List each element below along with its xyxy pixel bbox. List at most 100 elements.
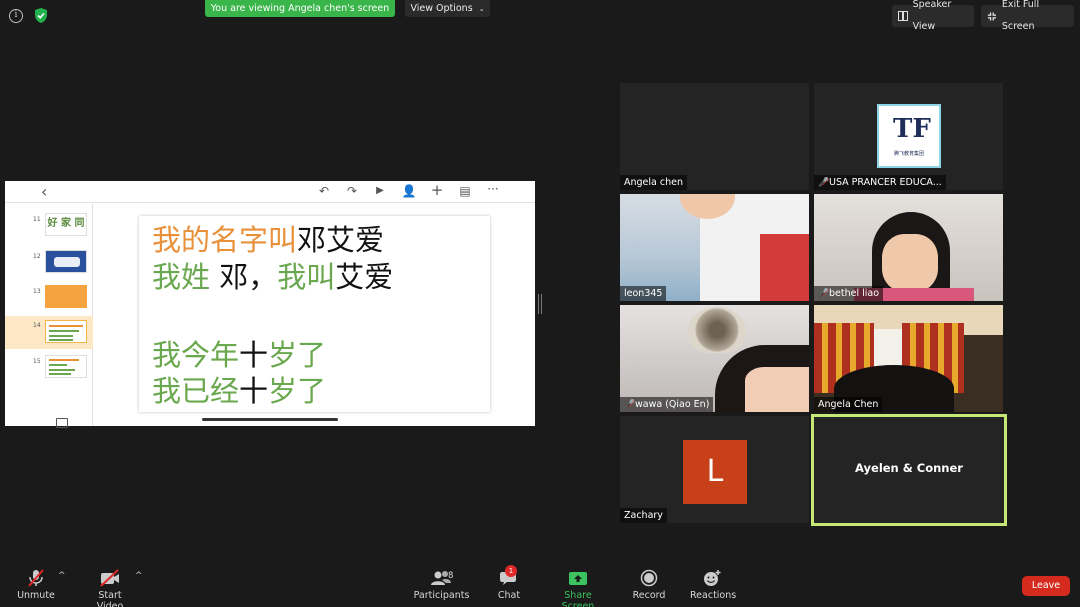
thumbnail-row[interactable]: 12 [5,250,93,280]
plus-icon[interactable]: + [429,181,445,199]
muted-mic-icon [28,569,44,587]
leave-button[interactable]: Leave [1022,576,1070,596]
view-options-menu[interactable]: View Options ⌄ [405,0,490,17]
slide-thumbnail[interactable] [45,320,87,343]
slide-text: 岁了 [268,374,327,408]
slide-line-1: 我的名字叫邓艾爱 [152,223,384,257]
video-feed-sleeve [760,234,809,301]
video-feed-lamp [688,307,746,353]
participant-name-text: wawa (Qiao En) [635,399,710,410]
view-options-label: View Options [410,3,473,14]
participant-name-text: Angela chen [624,177,683,188]
participant-name-text: Angela Chen [818,399,879,410]
exit-full-screen-label: Exit Full Screen [1001,0,1040,32]
record-icon [640,569,658,587]
add-slide-icon[interactable] [56,418,68,428]
slide-line-4: 我已经十岁了 [152,374,326,408]
audio-options-caret[interactable]: ^ [58,571,66,581]
slide-line-2: 我姓 邓，我叫艾爱 [152,260,393,294]
comment-icon[interactable]: ▤ [457,184,473,198]
participant-name: Angela chen [620,175,687,190]
thumbnail-number: 12 [33,253,41,260]
unmute-button[interactable]: Unmute [17,568,55,601]
speaker-view-label: Speaker View [912,0,952,32]
video-tile[interactable]: 🎤̸bethel liao [814,194,1003,301]
participant-name: Angela Chen [814,397,883,412]
start-video-button[interactable]: Start Video [84,568,136,607]
muted-mic-icon: 🎤̸ [624,400,636,410]
record-button[interactable]: Record [632,568,666,601]
thumbnail-number: 14 [33,322,41,329]
video-off-icon [100,569,119,587]
chat-label: Chat [497,590,521,601]
video-tile[interactable]: 🎤̸wawa (Qiao En) [620,305,809,412]
slide-thumbnail[interactable] [45,250,87,273]
video-tile[interactable]: L Zachary [620,416,809,523]
speaker-view-icon [898,10,908,21]
thumbnail-number: 13 [33,288,41,295]
slide-text: 我今年 [152,338,240,372]
thumbnail-row[interactable]: 14 [5,316,93,349]
reactions-icon [704,570,721,586]
share-screen-button[interactable]: Share Screen [548,568,608,607]
video-tile[interactable]: Angela chen [620,83,809,190]
video-tile[interactable]: leon345 [620,194,809,301]
meeting-info-icon[interactable]: i [9,9,23,23]
video-feed-face [882,234,938,292]
add-person-icon[interactable]: 👤 [401,184,417,198]
redo-icon[interactable]: ↷ [344,184,360,198]
slide-line-3: 我今年十岁了 [152,338,326,372]
slide-thumbnail[interactable] [45,285,87,308]
slide-text: 邓艾爱 [297,223,385,257]
undo-icon[interactable]: ↶ [316,184,332,198]
chevron-down-icon: ⌄ [478,5,485,13]
unmute-label: Unmute [17,590,55,601]
thumbnail-row[interactable]: 15 [5,355,93,385]
slide-text: 我已经 [152,374,240,408]
slide-text: 我姓 [152,260,211,294]
share-screen-icon [569,572,587,585]
video-tile[interactable]: TF 腾飞教育集团 🎤̸USA PRANCER EDUCA... [814,83,1003,190]
share-screen-label: Share Screen [561,590,595,607]
slide-text: 十 [239,338,269,372]
exit-full-screen-button[interactable]: Exit Full Screen [981,0,1074,32]
split-divider-handle[interactable] [538,294,542,314]
more-icon[interactable]: ··· [485,182,501,196]
participants-count: 8 [448,571,454,581]
slide-thumbnail[interactable] [45,355,87,378]
chat-badge: 1 [505,565,517,577]
current-slide: 我的名字叫邓艾爱 我姓 邓，我叫艾爱 我今年十岁了 我已经十岁了 [139,216,490,412]
participant-name: leon345 [620,286,667,301]
muted-mic-icon: 🎤̸ [818,289,830,299]
exit-fullscreen-icon [987,11,996,21]
slide-thumbnail[interactable]: 好 家 同 [45,213,87,236]
avatar: L [683,440,747,504]
viewing-screen-banner: You are viewing Angela chen's screen [205,0,395,17]
participants-label: Participants [413,590,470,601]
speaker-view-button[interactable]: Speaker View [892,0,974,32]
horizontal-scrollbar[interactable] [202,418,338,421]
reactions-button[interactable]: Reactions [690,568,737,601]
reactions-label: Reactions [690,590,737,601]
back-icon[interactable]: ‹ [41,182,47,201]
participant-name: 🎤̸wawa (Qiao En) [620,397,714,412]
slide-text: 邓， [210,260,278,294]
participants-button[interactable]: 8 Participants [413,568,470,601]
muted-mic-icon: 🎤̸ [818,178,830,188]
active-speaker-tile[interactable]: Ayelen & Conner [811,414,1007,526]
slide-text: 我叫 [277,260,336,294]
shared-screen: ‹ ↶ ↷ ▶ 👤 + ▤ ··· 11 好 家 同 12 13 14 15 我… [5,181,535,428]
shield-check-icon[interactable] [33,7,49,24]
chat-button[interactable]: 1 Chat [494,565,524,601]
thumbnail-row[interactable]: 11 好 家 同 [5,213,93,243]
tf-logo-icon: TF [893,114,931,144]
start-video-label: Start Video [96,590,124,607]
participant-name-text: bethel liao [829,288,880,299]
participant-name-text: USA PRANCER EDUCA... [829,177,942,188]
video-tile[interactable]: Angela Chen [814,305,1003,412]
slides-toolbar: ‹ ↶ ↷ ▶ 👤 + ▤ ··· [5,181,535,203]
thumbnail-row[interactable]: 13 [5,285,93,315]
video-options-caret[interactable]: ^ [135,571,143,581]
slide-text: 岁了 [268,338,327,372]
play-icon[interactable]: ▶ [372,185,388,196]
